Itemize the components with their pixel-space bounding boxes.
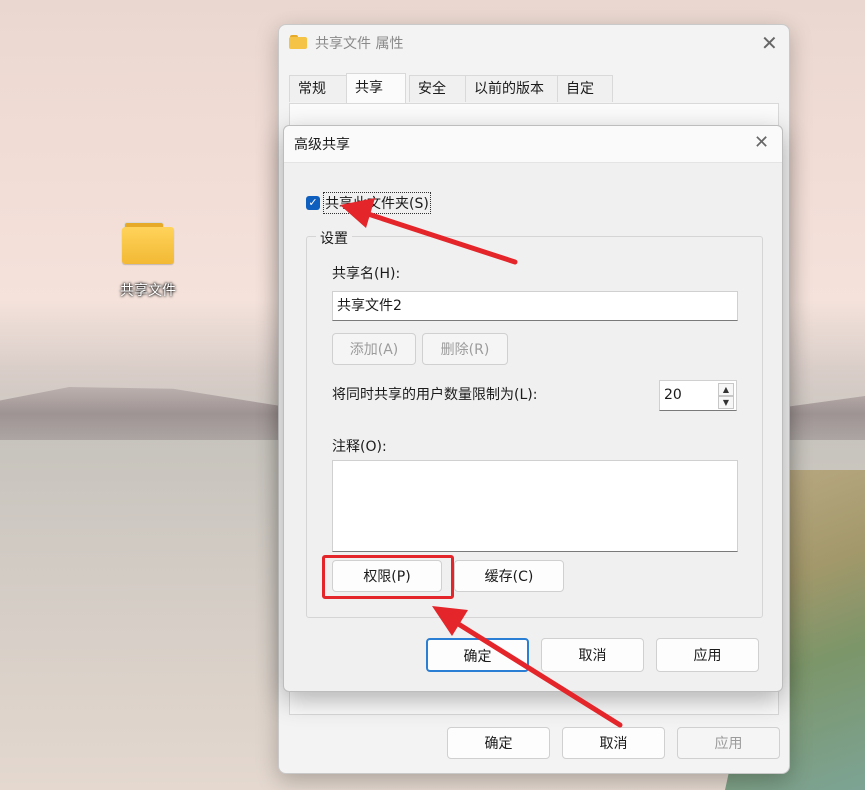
dialog-apply-button[interactable]: 应用	[656, 638, 759, 672]
share-name-label: 共享名(H):	[332, 266, 401, 282]
spin-up-icon[interactable]: ▲	[718, 383, 734, 396]
add-button[interactable]: 添加(A)	[332, 333, 416, 365]
dialog-ok-button[interactable]: 确定	[426, 638, 529, 672]
dialog-cancel-button[interactable]: 取消	[541, 638, 644, 672]
user-limit-label: 将同时共享的用户数量限制为(L):	[332, 387, 538, 403]
share-folder-checkbox[interactable]: ✓	[306, 196, 320, 210]
share-folder-label[interactable]: 共享此文件夹(S)	[323, 192, 431, 214]
desktop-folder[interactable]: 共享文件	[108, 222, 188, 300]
tab-customize[interactable]: 自定义	[557, 75, 613, 123]
remove-button[interactable]: 删除(R)	[422, 333, 508, 365]
properties-title-bar: 共享文件 属性 ✕	[279, 25, 789, 63]
properties-apply-button[interactable]: 应用	[677, 727, 780, 759]
tab-security[interactable]: 安全	[409, 75, 467, 102]
tab-sharing[interactable]: 共享	[346, 73, 406, 104]
dialog-title: 高级共享	[294, 137, 350, 153]
settings-group-title: 设置	[316, 228, 352, 248]
close-icon[interactable]: ✕	[761, 33, 778, 53]
folder-icon	[289, 35, 307, 49]
tab-previous-versions[interactable]: 以前的版本	[465, 75, 559, 102]
comment-textarea[interactable]	[332, 460, 738, 552]
close-icon[interactable]: ✕	[754, 133, 769, 153]
properties-ok-button[interactable]: 确定	[447, 727, 550, 759]
dialog-title-bar	[284, 126, 782, 163]
caching-button[interactable]: 缓存(C)	[454, 560, 564, 592]
tab-general[interactable]: 常规	[289, 75, 347, 102]
properties-title: 共享文件 属性	[315, 36, 404, 52]
desktop-folder-label: 共享文件	[120, 283, 176, 299]
comment-label: 注释(O):	[332, 439, 387, 455]
advanced-sharing-dialog: 高级共享 ✕ ✓ 共享此文件夹(S) 设置 共享名(H): 共享文件2 添加(A…	[283, 125, 783, 692]
spin-down-icon[interactable]: ▼	[718, 396, 734, 409]
permissions-highlight-box	[322, 555, 454, 599]
folder-icon	[122, 222, 174, 264]
properties-cancel-button[interactable]: 取消	[562, 727, 665, 759]
share-name-input[interactable]: 共享文件2	[332, 291, 738, 321]
